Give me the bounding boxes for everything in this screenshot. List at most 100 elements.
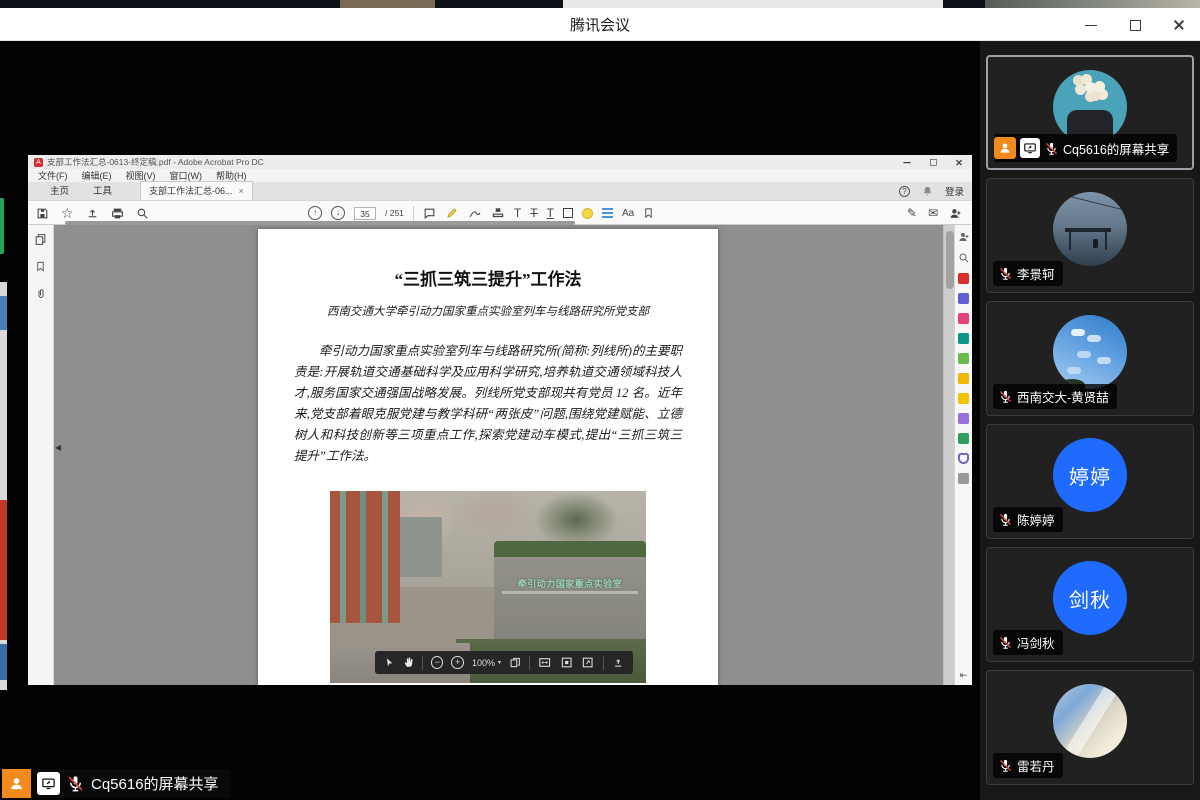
- vertical-scrollbar[interactable]: [943, 225, 954, 685]
- desktop-peek-strip: [0, 0, 1200, 8]
- close-button[interactable]: [1172, 18, 1186, 32]
- share-upload-icon[interactable]: [86, 207, 99, 220]
- mic-muted-icon: [66, 774, 85, 793]
- mic-muted-icon: [998, 758, 1013, 773]
- acrobat-window-title: 支部工作法汇总-0613-终定稿.pdf - Adobe Acrobat Pro…: [47, 156, 264, 168]
- page-display-icon[interactable]: [509, 656, 521, 669]
- participant-tile[interactable]: 李景轲: [986, 178, 1194, 293]
- underline-icon[interactable]: T: [547, 207, 554, 219]
- save-icon[interactable]: [36, 207, 49, 220]
- participant-tile[interactable]: 剑秋 冯剑秋: [986, 547, 1194, 662]
- panel-collapse-icon[interactable]: ◀: [55, 443, 61, 452]
- create-pdf-icon[interactable]: [958, 273, 969, 284]
- ink-sign-icon[interactable]: [468, 207, 482, 220]
- bookmark-icon[interactable]: [643, 206, 654, 220]
- oval-highlight-icon[interactable]: [582, 208, 593, 219]
- print-icon[interactable]: [111, 207, 124, 220]
- participant-name: 雷若丹: [1017, 756, 1055, 775]
- add-text-icon[interactable]: T: [514, 207, 521, 219]
- shared-screen-area: A 支部工作法汇总-0613-终定稿.pdf - Adobe Acrobat P…: [0, 41, 980, 800]
- participant-name: 李景轲: [1017, 264, 1055, 283]
- fill-sign-icon[interactable]: [958, 373, 969, 384]
- more-tools-icon[interactable]: [958, 473, 969, 484]
- bookmarks-panel-icon[interactable]: [35, 260, 46, 273]
- expand-rail-icon[interactable]: ⇤: [955, 670, 972, 681]
- star-tool-icon[interactable]: ☆: [61, 206, 74, 220]
- participant-name: 西南交大-黄贤喆: [1017, 387, 1109, 406]
- strikethrough-icon[interactable]: T: [530, 207, 537, 219]
- maximize-button[interactable]: [1128, 18, 1142, 32]
- participant-tile[interactable]: 西南交大-黄贤喆: [986, 301, 1194, 416]
- avatar: [1053, 315, 1127, 389]
- select-tool-icon[interactable]: [384, 656, 395, 669]
- participant-tile[interactable]: 婷婷 陈婷婷: [986, 424, 1194, 539]
- scrollbar-thumb[interactable]: [946, 231, 954, 289]
- acrobat-tools-rail: ⇤: [954, 225, 972, 685]
- tab-document[interactable]: 支部工作法汇总-06... ×: [140, 181, 253, 200]
- participant-badge-icon: [994, 137, 1016, 159]
- photo-building: [330, 491, 400, 623]
- participant-name: 冯剑秋: [1017, 633, 1055, 652]
- organize-pages-icon[interactable]: [958, 313, 969, 324]
- comment-tool-icon[interactable]: [958, 393, 969, 404]
- fit-page-icon[interactable]: [560, 656, 573, 669]
- hand-tool-icon[interactable]: [403, 656, 414, 669]
- protect-icon[interactable]: [958, 453, 969, 464]
- tab-tools[interactable]: 工具: [81, 181, 124, 200]
- zoom-out-icon[interactable]: −: [431, 656, 444, 669]
- search-icon[interactable]: [136, 207, 149, 220]
- zoom-level-dropdown[interactable]: 100% ▾: [472, 658, 501, 668]
- screen-share-icon: [1020, 138, 1040, 158]
- acrobat-window: A 支部工作法汇总-0613-终定稿.pdf - Adobe Acrobat P…: [28, 155, 972, 685]
- person-add-icon[interactable]: [949, 207, 962, 220]
- photo-lab-sign: 牵引动力国家重点实验室: [496, 577, 644, 590]
- document-area[interactable]: ◀ “三抓三筑三提升”工作法 西南交通大学牵引动力国家重点实验室列车与线路研究所…: [54, 225, 943, 685]
- pdf-body-paragraph: 牵引动力国家重点实验室列车与线路研究所(简称:列线所)的主要职责是:开展轨道交通…: [294, 341, 682, 467]
- edit-pdf-icon[interactable]: [958, 353, 969, 364]
- acrobat-maximize-button[interactable]: [929, 158, 937, 166]
- help-icon[interactable]: ?: [899, 186, 910, 197]
- zoom-level-value: 100%: [472, 658, 495, 668]
- envelope-icon[interactable]: ✉: [928, 207, 938, 219]
- stamp-icon[interactable]: [491, 206, 505, 220]
- acrobat-toolbar: ☆ ↑ ↓ 35 / 251 T T T: [28, 200, 972, 225]
- tab-close-icon[interactable]: ×: [239, 186, 244, 196]
- highlighter-icon[interactable]: [445, 206, 459, 220]
- person-add-tool-icon[interactable]: [958, 231, 970, 243]
- tab-home[interactable]: 主页: [38, 181, 81, 200]
- page-thumbnails-icon[interactable]: [34, 233, 47, 246]
- zoom-in-icon[interactable]: +: [451, 656, 464, 669]
- search-plus-tool-icon[interactable]: [958, 252, 970, 264]
- desktop-widget-sliver: [0, 198, 4, 254]
- fit-width-icon[interactable]: [538, 656, 551, 669]
- bell-icon[interactable]: [922, 185, 933, 197]
- combine-files-icon[interactable]: [958, 333, 969, 344]
- comment-icon[interactable]: [423, 207, 436, 220]
- photo-building-far: [400, 517, 442, 577]
- stamp-tool-icon[interactable]: [958, 433, 969, 444]
- text-box-icon[interactable]: [563, 208, 573, 218]
- avatar: [1053, 192, 1127, 266]
- acrobat-minimize-button[interactable]: [903, 158, 911, 166]
- avatar: 婷婷: [1053, 438, 1127, 512]
- highlight-lines-icon[interactable]: [602, 208, 613, 218]
- attachments-icon[interactable]: [35, 287, 47, 301]
- avatar: [1053, 70, 1127, 144]
- collapse-toolbar-icon[interactable]: [612, 656, 624, 669]
- login-button[interactable]: 登录: [945, 184, 964, 198]
- fill-sign-pen-icon[interactable]: ✎: [907, 207, 917, 219]
- font-style-icon[interactable]: Aa: [622, 208, 634, 219]
- page-down-icon[interactable]: ↓: [331, 206, 345, 220]
- app-window: 腾讯会议 A 支部工作法汇总-0613-终定稿.pdf - Adobe Acro…: [0, 0, 1200, 800]
- export-pdf-icon[interactable]: [958, 293, 969, 304]
- participant-tile[interactable]: Cq5616的屏幕共享: [986, 55, 1194, 170]
- certificates-icon[interactable]: [958, 413, 969, 424]
- minimize-button[interactable]: [1084, 18, 1098, 32]
- acrobat-close-button[interactable]: [955, 158, 963, 166]
- page-total-label: / 251: [385, 208, 404, 218]
- participant-name: 陈婷婷: [1017, 510, 1055, 529]
- participant-tile[interactable]: 雷若丹: [986, 670, 1194, 785]
- page-number-input[interactable]: 35: [354, 207, 376, 220]
- page-up-icon[interactable]: ↑: [308, 206, 322, 220]
- full-screen-icon[interactable]: [581, 656, 594, 669]
